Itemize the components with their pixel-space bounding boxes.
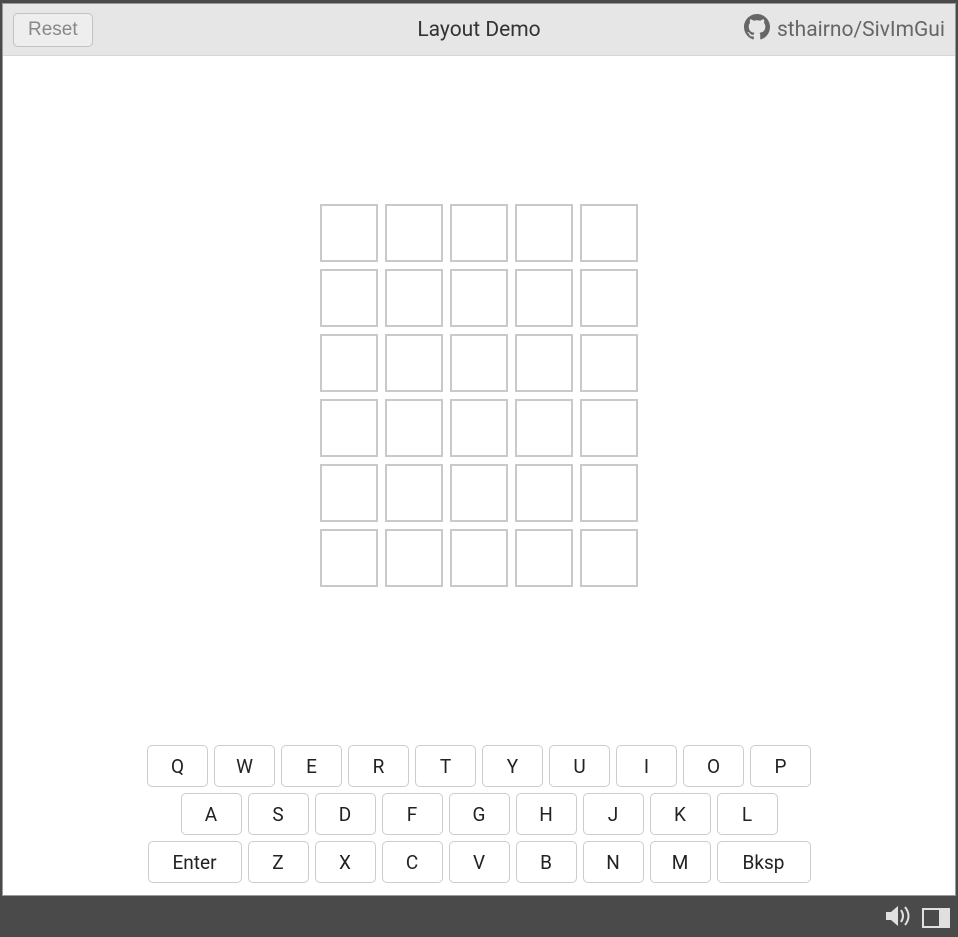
repo-label: sthairno/SivImGui — [777, 18, 945, 42]
key-v[interactable]: V — [449, 841, 510, 883]
grid-cell — [450, 204, 508, 262]
key-d[interactable]: D — [315, 793, 376, 835]
grid-row — [320, 399, 638, 457]
key-o[interactable]: O — [683, 745, 744, 787]
keyboard-row: ASDFGHJKL — [181, 793, 778, 835]
grid-cell — [580, 269, 638, 327]
grid-cell — [320, 529, 378, 587]
key-g[interactable]: G — [449, 793, 510, 835]
grid-row — [320, 204, 638, 262]
grid-cell — [450, 464, 508, 522]
grid-cell — [320, 334, 378, 392]
grid-cell — [450, 399, 508, 457]
grid-row — [320, 269, 638, 327]
display-icon[interactable] — [922, 908, 950, 928]
grid-cell — [385, 204, 443, 262]
grid-cell — [580, 399, 638, 457]
grid-cell — [450, 269, 508, 327]
grid-cell — [580, 529, 638, 587]
key-y[interactable]: Y — [482, 745, 543, 787]
key-i[interactable]: I — [616, 745, 677, 787]
grid-row — [320, 464, 638, 522]
grid-cell — [515, 269, 573, 327]
key-b[interactable]: B — [516, 841, 577, 883]
grid-cell — [385, 529, 443, 587]
key-k[interactable]: K — [650, 793, 711, 835]
key-t[interactable]: T — [415, 745, 476, 787]
grid-cell — [515, 399, 573, 457]
grid-cell — [320, 399, 378, 457]
grid-cell — [580, 334, 638, 392]
github-icon — [744, 14, 770, 46]
letter-grid — [320, 204, 638, 587]
key-s[interactable]: S — [248, 793, 309, 835]
key-a[interactable]: A — [181, 793, 242, 835]
grid-cell — [320, 204, 378, 262]
key-l[interactable]: L — [717, 793, 778, 835]
key-w[interactable]: W — [214, 745, 275, 787]
grid-row — [320, 334, 638, 392]
key-q[interactable]: Q — [147, 745, 208, 787]
grid-cell — [320, 269, 378, 327]
keyboard-row: EnterZXCVBNMBksp — [148, 841, 811, 883]
key-h[interactable]: H — [516, 793, 577, 835]
repo-link[interactable]: sthairno/SivImGui — [744, 14, 945, 46]
reset-button[interactable]: Reset — [13, 13, 93, 47]
main-area: QWERTYUIOP ASDFGHJKL EnterZXCVBNMBksp — [3, 56, 955, 895]
grid-cell — [450, 334, 508, 392]
grid-cell — [515, 334, 573, 392]
key-m[interactable]: M — [650, 841, 711, 883]
volume-icon[interactable] — [886, 905, 914, 931]
on-screen-keyboard: QWERTYUIOP ASDFGHJKL EnterZXCVBNMBksp — [147, 745, 811, 883]
grid-cell — [515, 204, 573, 262]
grid-row — [320, 529, 638, 587]
key-j[interactable]: J — [583, 793, 644, 835]
header-bar: Reset Layout Demo sthairno/SivImGui — [3, 4, 955, 56]
key-u[interactable]: U — [549, 745, 610, 787]
grid-cell — [385, 334, 443, 392]
key-bksp[interactable]: Bksp — [717, 841, 811, 883]
key-z[interactable]: Z — [248, 841, 309, 883]
keyboard-row: QWERTYUIOP — [147, 745, 811, 787]
grid-cell — [515, 529, 573, 587]
app-window: Reset Layout Demo sthairno/SivImGui QWER… — [2, 3, 956, 896]
key-f[interactable]: F — [382, 793, 443, 835]
key-r[interactable]: R — [348, 745, 409, 787]
grid-cell — [450, 529, 508, 587]
key-n[interactable]: N — [583, 841, 644, 883]
grid-cell — [385, 464, 443, 522]
key-enter[interactable]: Enter — [148, 841, 242, 883]
key-p[interactable]: P — [750, 745, 811, 787]
key-x[interactable]: X — [315, 841, 376, 883]
grid-cell — [385, 269, 443, 327]
key-c[interactable]: C — [382, 841, 443, 883]
grid-cell — [320, 464, 378, 522]
grid-cell — [385, 399, 443, 457]
grid-cell — [515, 464, 573, 522]
key-e[interactable]: E — [281, 745, 342, 787]
grid-cell — [580, 204, 638, 262]
status-bar — [0, 899, 958, 937]
grid-cell — [580, 464, 638, 522]
